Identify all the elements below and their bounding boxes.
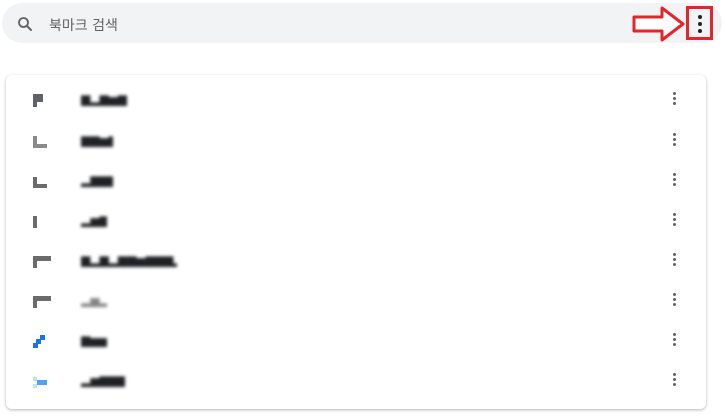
list-item[interactable]: ▆▂▆▂▆▆▅▆▆▆▂▆▆▆▆ — [6, 240, 706, 280]
item-more-icon[interactable] — [669, 289, 679, 309]
list-item[interactable]: ▂▅▆▆▆▆▆ — [6, 360, 706, 400]
item-more-icon[interactable] — [669, 249, 679, 269]
favicon-icon — [31, 173, 47, 189]
list-item[interactable]: ▂▅▆▆ — [6, 200, 706, 240]
favicon-icon — [31, 92, 47, 108]
favicon-icon — [31, 333, 47, 349]
item-more-icon[interactable] — [669, 129, 679, 149]
bookmark-list: ▆▂▆▅▆▆▅ ▆▆▅▆▆ ▂▆▆▆▆ ▂▅▆▆ ▆▂▆▂▆▆▅▆▆▆▂▆▆▆▆ — [6, 75, 706, 409]
favicon-icon — [31, 293, 51, 309]
favicon-icon — [31, 373, 47, 389]
bookmark-title: ▂▅▆▆▆▆▆ — [81, 373, 125, 387]
item-more-icon[interactable] — [669, 369, 679, 389]
bookmark-title: ▆▆▅▆▆ — [81, 133, 113, 147]
bookmark-title: ▆▂▆▂▆▆▅▆▆▆▂▆▆▆▆ — [81, 253, 177, 267]
list-item[interactable]: ▆▅▅▆ — [6, 320, 706, 360]
favicon-icon — [31, 133, 47, 149]
favicon-icon — [31, 213, 47, 229]
more-options-icon[interactable] — [690, 10, 710, 38]
bookmark-title: ▆▅▅▆ — [81, 333, 107, 347]
list-item[interactable]: ▆▂▆▅▆▆▅ — [6, 79, 706, 119]
list-item[interactable]: ▂▆▆▆▆ — [6, 160, 706, 200]
item-more-icon[interactable] — [669, 88, 679, 108]
arrow-annotation-icon — [632, 6, 685, 42]
bookmark-title: ▂▅▆▆ — [81, 213, 107, 227]
list-item[interactable]: ▂▅▂▅ — [6, 280, 706, 320]
list-item[interactable]: ▆▆▅▆▆ — [6, 120, 706, 160]
search-bar[interactable]: 북마크 검색 — [2, 3, 722, 43]
item-more-icon[interactable] — [669, 329, 679, 349]
bookmark-title: ▂▅▂▅ — [81, 293, 107, 307]
search-input[interactable]: 북마크 검색 — [49, 15, 118, 35]
bookmark-title: ▆▂▆▅▆▆▅ — [81, 92, 127, 106]
item-more-icon[interactable] — [669, 169, 679, 189]
item-more-icon[interactable] — [669, 209, 679, 229]
bookmark-title: ▂▆▆▆▆ — [81, 173, 113, 187]
favicon-icon — [31, 253, 51, 269]
search-icon — [18, 17, 32, 31]
